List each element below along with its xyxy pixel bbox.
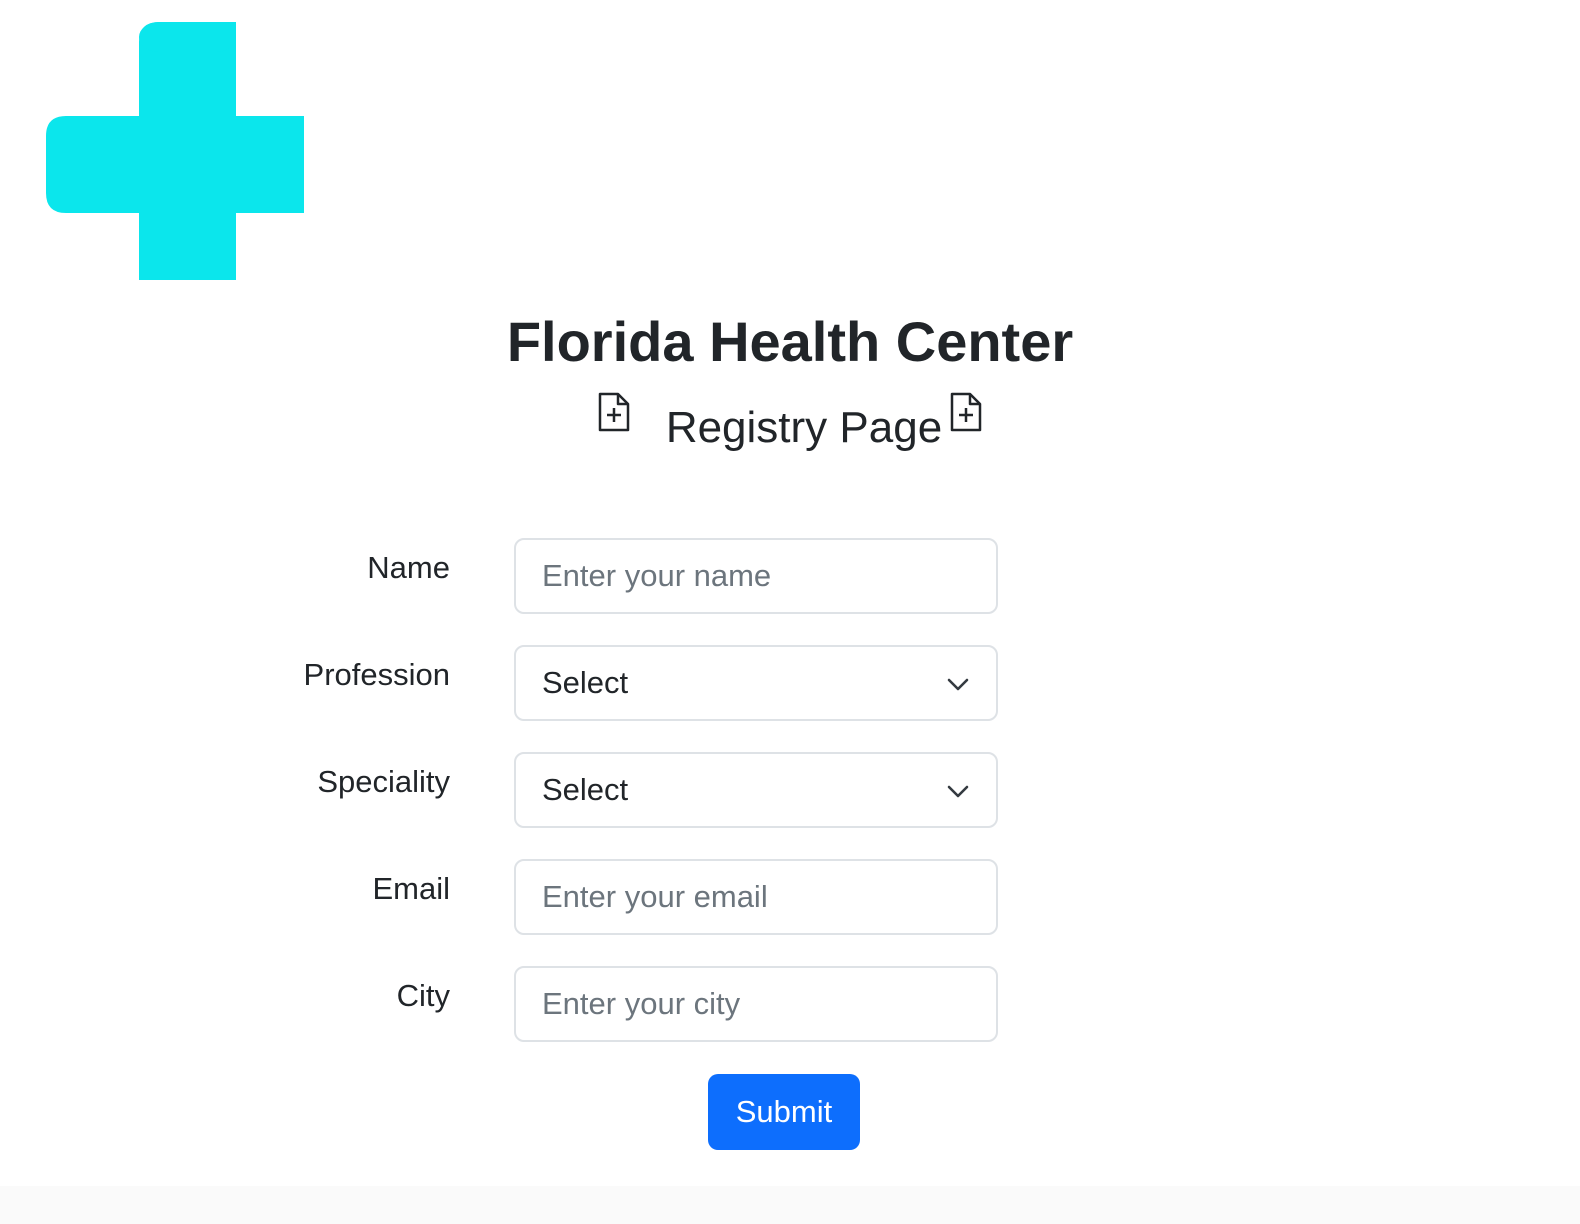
- email-label: Email: [372, 871, 450, 906]
- form-row-speciality: Speciality Select: [0, 752, 1580, 828]
- profession-select[interactable]: Select: [514, 645, 998, 721]
- form-row-city: City: [0, 966, 1580, 1042]
- chevron-down-icon: [947, 785, 969, 798]
- page-title: Florida Health Center: [506, 310, 1074, 373]
- profession-select-value: Select: [542, 665, 629, 700]
- city-input[interactable]: [514, 966, 998, 1042]
- medical-cross-icon: [46, 22, 304, 280]
- footer-strip: [0, 1186, 1580, 1224]
- submit-button[interactable]: Submit: [708, 1074, 860, 1150]
- speciality-select[interactable]: Select: [514, 752, 998, 828]
- page-subtitle: Registry Page: [0, 390, 1580, 455]
- subtitle-text: Registry Page: [665, 403, 943, 452]
- speciality-label: Speciality: [317, 764, 450, 799]
- name-label: Name: [367, 550, 450, 585]
- form-row-profession: Profession Select: [0, 645, 1580, 721]
- city-label: City: [396, 978, 450, 1013]
- speciality-select-value: Select: [542, 772, 629, 807]
- profession-label: Profession: [303, 657, 450, 692]
- name-input[interactable]: [514, 538, 998, 614]
- file-plus-icon: [598, 392, 630, 432]
- registry-page: Florida Health Center Registry Page Name…: [0, 0, 1580, 1224]
- form-row-name: Name: [0, 538, 1580, 614]
- chevron-down-icon: [947, 678, 969, 691]
- form-row-email: Email: [0, 859, 1580, 935]
- file-plus-icon: [950, 392, 982, 432]
- email-input[interactable]: [514, 859, 998, 935]
